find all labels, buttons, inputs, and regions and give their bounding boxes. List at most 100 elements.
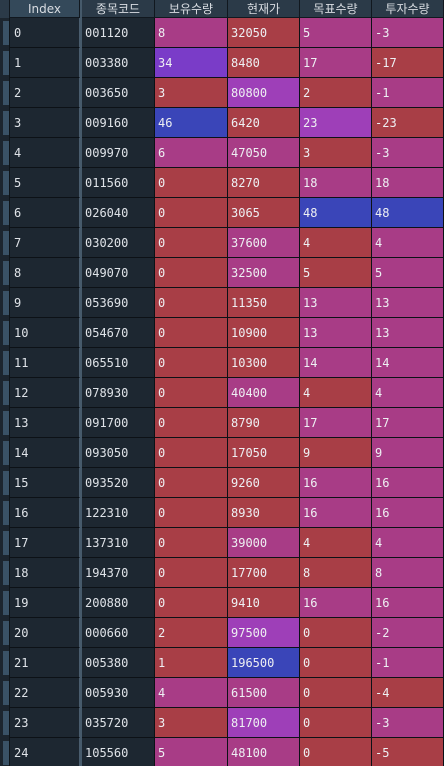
cell-index[interactable]: 21 — [10, 648, 80, 678]
cell-invest[interactable]: 16 — [372, 498, 444, 528]
cell-hold[interactable]: 0 — [155, 438, 228, 468]
row-header[interactable] — [0, 558, 10, 588]
cell-hold[interactable]: 0 — [155, 558, 228, 588]
cell-invest[interactable]: -4 — [372, 678, 444, 708]
cell-code[interactable]: 122310 — [82, 498, 155, 528]
cell-target[interactable]: 17 — [300, 48, 372, 78]
table-row[interactable]: 16 122310 0 8930 16 16 — [0, 498, 444, 528]
cell-price[interactable]: 32500 — [228, 258, 300, 288]
cell-index[interactable]: 19 — [10, 588, 80, 618]
cell-target[interactable]: 13 — [300, 318, 372, 348]
row-header[interactable] — [0, 738, 10, 766]
cell-index[interactable]: 9 — [10, 288, 80, 318]
cell-code[interactable]: 009160 — [82, 108, 155, 138]
column-header-code[interactable]: 종목코드 — [82, 0, 155, 18]
cell-hold[interactable]: 0 — [155, 198, 228, 228]
cell-index[interactable]: 22 — [10, 678, 80, 708]
cell-invest[interactable]: 4 — [372, 378, 444, 408]
cell-index[interactable]: 7 — [10, 228, 80, 258]
cell-price[interactable]: 17700 — [228, 558, 300, 588]
cell-target[interactable]: 8 — [300, 558, 372, 588]
cell-invest[interactable]: -23 — [372, 108, 444, 138]
cell-code[interactable]: 035720 — [82, 708, 155, 738]
cell-price[interactable]: 37600 — [228, 228, 300, 258]
cell-index[interactable]: 15 — [10, 468, 80, 498]
row-header[interactable] — [0, 138, 10, 168]
cell-hold[interactable]: 8 — [155, 18, 228, 48]
column-header-index[interactable]: Index — [10, 0, 80, 18]
cell-hold[interactable]: 3 — [155, 708, 228, 738]
table-row[interactable]: 0 001120 8 32050 5 -3 — [0, 18, 444, 48]
cell-price[interactable]: 6420 — [228, 108, 300, 138]
cell-target[interactable]: 5 — [300, 18, 372, 48]
column-header-price[interactable]: 현재가 — [228, 0, 300, 18]
cell-hold[interactable]: 6 — [155, 138, 228, 168]
cell-invest[interactable]: -3 — [372, 708, 444, 738]
table-row[interactable]: 11 065510 0 10300 14 14 — [0, 348, 444, 378]
cell-code[interactable]: 009970 — [82, 138, 155, 168]
cell-code[interactable]: 005380 — [82, 648, 155, 678]
table-row[interactable]: 15 093520 0 9260 16 16 — [0, 468, 444, 498]
cell-target[interactable]: 16 — [300, 468, 372, 498]
cell-target[interactable]: 9 — [300, 438, 372, 468]
cell-code[interactable]: 091700 — [82, 408, 155, 438]
cell-target[interactable]: 4 — [300, 228, 372, 258]
cell-invest[interactable]: -2 — [372, 618, 444, 648]
cell-code[interactable]: 078930 — [82, 378, 155, 408]
cell-code[interactable]: 137310 — [82, 528, 155, 558]
table-row[interactable]: 10 054670 0 10900 13 13 — [0, 318, 444, 348]
cell-code[interactable]: 001120 — [82, 18, 155, 48]
cell-code[interactable]: 105560 — [82, 738, 155, 766]
table-row[interactable]: 21 005380 1 196500 0 -1 — [0, 648, 444, 678]
table-row[interactable]: 3 009160 46 6420 23 -23 — [0, 108, 444, 138]
cell-target[interactable]: 4 — [300, 378, 372, 408]
cell-price[interactable]: 80800 — [228, 78, 300, 108]
row-header[interactable] — [0, 468, 10, 498]
cell-target[interactable]: 14 — [300, 348, 372, 378]
cell-hold[interactable]: 0 — [155, 258, 228, 288]
cell-invest[interactable]: -5 — [372, 738, 444, 766]
cell-hold[interactable]: 0 — [155, 468, 228, 498]
cell-hold[interactable]: 2 — [155, 618, 228, 648]
column-header-hold[interactable]: 보유수량 — [155, 0, 228, 18]
row-header[interactable] — [0, 498, 10, 528]
cell-target[interactable]: 2 — [300, 78, 372, 108]
cell-target[interactable]: 48 — [300, 198, 372, 228]
cell-code[interactable]: 065510 — [82, 348, 155, 378]
cell-code[interactable]: 026040 — [82, 198, 155, 228]
row-header[interactable] — [0, 438, 10, 468]
column-header-target[interactable]: 목표수량 — [300, 0, 372, 18]
cell-invest[interactable]: -3 — [372, 138, 444, 168]
cell-code[interactable]: 194370 — [82, 558, 155, 588]
cell-code[interactable]: 011560 — [82, 168, 155, 198]
cell-index[interactable]: 0 — [10, 18, 80, 48]
cell-code[interactable]: 000660 — [82, 618, 155, 648]
cell-target[interactable]: 0 — [300, 708, 372, 738]
table-row[interactable]: 8 049070 0 32500 5 5 — [0, 258, 444, 288]
cell-code[interactable]: 003650 — [82, 78, 155, 108]
cell-index[interactable]: 23 — [10, 708, 80, 738]
cell-index[interactable]: 14 — [10, 438, 80, 468]
cell-hold[interactable]: 0 — [155, 408, 228, 438]
cell-invest[interactable]: -1 — [372, 78, 444, 108]
cell-index[interactable]: 8 — [10, 258, 80, 288]
cell-target[interactable]: 0 — [300, 738, 372, 766]
cell-index[interactable]: 2 — [10, 78, 80, 108]
cell-code[interactable]: 054670 — [82, 318, 155, 348]
cell-price[interactable]: 8270 — [228, 168, 300, 198]
cell-code[interactable]: 053690 — [82, 288, 155, 318]
cell-hold[interactable]: 0 — [155, 498, 228, 528]
table-row[interactable]: 12 078930 0 40400 4 4 — [0, 378, 444, 408]
cell-code[interactable]: 005930 — [82, 678, 155, 708]
table-row[interactable]: 24 105560 5 48100 0 -5 — [0, 738, 444, 766]
row-header[interactable] — [0, 708, 10, 738]
cell-price[interactable]: 48100 — [228, 738, 300, 766]
cell-index[interactable]: 16 — [10, 498, 80, 528]
table-row[interactable]: 2 003650 3 80800 2 -1 — [0, 78, 444, 108]
cell-index[interactable]: 24 — [10, 738, 80, 766]
cell-code[interactable]: 093520 — [82, 468, 155, 498]
row-header[interactable] — [0, 378, 10, 408]
table-row[interactable]: 18 194370 0 17700 8 8 — [0, 558, 444, 588]
row-header[interactable] — [0, 588, 10, 618]
cell-hold[interactable]: 5 — [155, 738, 228, 766]
